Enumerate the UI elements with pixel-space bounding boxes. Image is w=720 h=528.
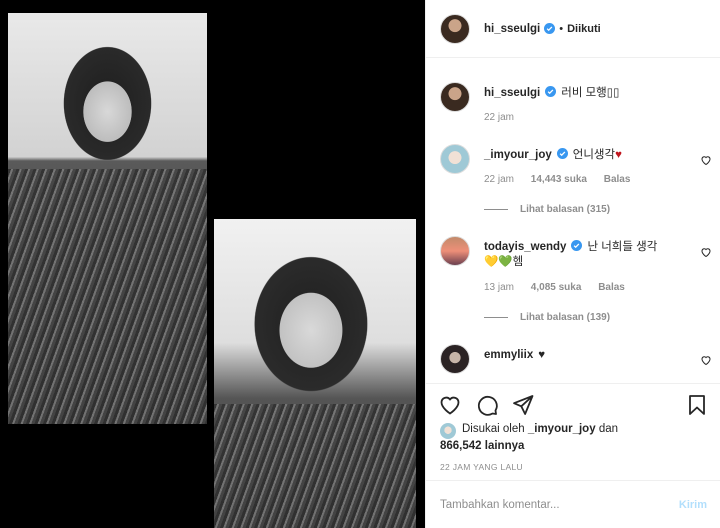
comment-avatar[interactable] (440, 344, 470, 374)
comment-text: 난 너희들 생각 (587, 241, 658, 253)
post-timestamp[interactable]: 22 JAM YANG LALU (440, 462, 523, 472)
photo-right (214, 219, 416, 528)
view-replies-label: Lihat balasan (315) (520, 204, 611, 215)
caption-body: hi_sseulgi 러비 모행▯▯ (484, 86, 712, 101)
comment-input[interactable] (440, 498, 679, 511)
comment-avatar[interactable] (440, 236, 470, 266)
separator-dot: • (559, 22, 564, 35)
author-username[interactable]: hi_sseulgi (484, 23, 540, 35)
liked-by-user[interactable]: _imyour_joy (528, 423, 596, 435)
caption-meta: 22 jam (484, 112, 528, 123)
comment-text-line2: 헴 (512, 256, 524, 268)
caption-avatar[interactable] (440, 82, 470, 112)
view-replies-label: Lihat balasan (139) (520, 312, 611, 323)
replies-line (484, 209, 508, 210)
comment-body: _imyour_joy 언니생각♥ (484, 148, 712, 163)
caption-time[interactable]: 22 jam (484, 112, 514, 123)
comment-username[interactable]: todayis_wendy (484, 241, 566, 253)
caption-username[interactable]: hi_sseulgi (484, 87, 540, 99)
hearts-emoji: 💛💚 (484, 256, 513, 268)
red-heart-emoji: ♥ (615, 149, 622, 161)
comment-username[interactable]: emmyliix (484, 349, 533, 361)
photo-left (8, 13, 207, 424)
liked-by-and: dan (598, 423, 618, 435)
like-comment-heart-icon[interactable] (700, 354, 712, 366)
following-button[interactable]: Diikuti (567, 23, 601, 35)
comment-avatar[interactable] (440, 144, 470, 174)
comment-username[interactable]: _imyour_joy (484, 149, 552, 161)
reply-button[interactable]: Balas (604, 174, 631, 185)
post-comment-button[interactable]: Kirim (679, 499, 707, 511)
liked-by-prefix: Disukai oleh (462, 423, 525, 435)
save-bookmark-icon[interactable] (685, 393, 709, 417)
comment-time[interactable]: 13 jam (484, 282, 514, 293)
share-send-icon[interactable] (511, 393, 535, 417)
comment-likes[interactable]: 4,085 suka (531, 282, 582, 293)
comment-row: _imyour_joy 언니생각♥ 22 jam 14,443 suka Bala… (440, 144, 712, 220)
comment-body: emmyliix ♥ (484, 348, 712, 363)
verified-icon (571, 240, 583, 251)
post-media (0, 0, 425, 528)
like-comment-heart-icon[interactable] (700, 246, 712, 258)
view-replies-button[interactable]: Lihat balasan (315) (484, 204, 610, 215)
likes-summary: Disukai oleh _imyour_joy dan 866,542 lai… (440, 421, 618, 455)
comment-text: ♥ (538, 349, 546, 361)
author-avatar[interactable] (440, 13, 470, 44)
comment-bubble-icon[interactable] (475, 393, 499, 417)
view-replies-button[interactable]: Lihat balasan (139) (484, 312, 610, 323)
comment-meta: 22 jam 14,443 suka Balas (484, 174, 644, 185)
comment-likes[interactable]: 14,443 suka (531, 174, 587, 185)
verified-icon (545, 86, 557, 97)
verified-icon (556, 148, 568, 159)
comment-meta: 13 jam 4,085 suka Balas (484, 282, 639, 293)
comment-row: emmyliix ♥ (440, 344, 712, 382)
comment-body: todayis_wendy 난 너희들 생각 💛💚헴 (484, 240, 712, 270)
comment-time[interactable]: 22 jam (484, 174, 514, 185)
like-comment-heart-icon[interactable] (700, 154, 712, 166)
caption-text: 러비 모행▯▯ (561, 87, 620, 99)
comment-text: 언니생각 (572, 149, 616, 161)
replies-line (484, 317, 508, 318)
post-header: hi_sseulgi • Diikuti (426, 0, 720, 58)
liker-avatar[interactable] (440, 423, 456, 439)
liked-count[interactable]: 866,542 lainnya (440, 440, 524, 452)
comment-row: todayis_wendy 난 너희들 생각 💛💚헴 13 jam 4,085 s… (440, 236, 712, 328)
caption-row: hi_sseulgi 러비 모행▯▯ 22 jam (440, 82, 712, 128)
comment-composer: Kirim (426, 480, 720, 528)
post-side-panel: hi_sseulgi • Diikuti hi_sseulgi 러비 모행▯▯ 2… (425, 0, 720, 528)
verified-icon (544, 23, 556, 34)
reply-button[interactable]: Balas (598, 282, 625, 293)
like-heart-icon[interactable] (438, 393, 462, 417)
